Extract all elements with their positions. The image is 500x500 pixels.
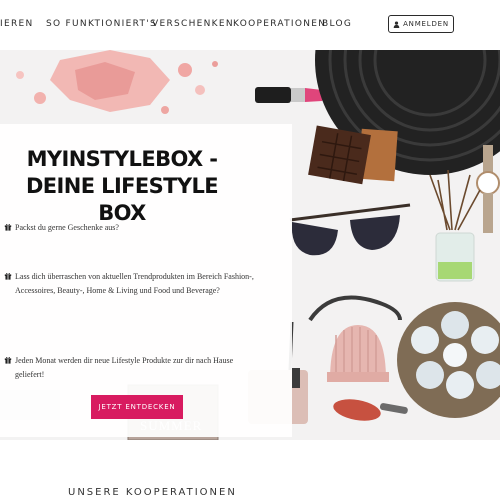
login-label: ANMELDEN (403, 20, 449, 28)
nav-item-partial[interactable]: IEREN (0, 19, 34, 29)
jewelry-image (397, 302, 500, 418)
bullet-text: Packst du gerne Geschenke aus? (15, 223, 119, 232)
gift-icon (4, 223, 12, 231)
user-icon (393, 20, 400, 28)
nav-item-blog[interactable]: BLOG (322, 19, 352, 29)
diffuser-image (429, 169, 481, 282)
bullet-text: Lass dich überraschen von aktuellen Tren… (15, 272, 254, 295)
bullet-item: Lass dich überraschen von aktuellen Tren… (2, 270, 257, 298)
login-button[interactable]: ANMELDEN (388, 15, 454, 33)
magazine-cover-text: SUMMER (140, 418, 203, 433)
sunglasses-image (289, 203, 411, 256)
blush-powder-image (16, 50, 218, 114)
nav-item-gift[interactable]: VERSCHENKEN (152, 19, 234, 29)
bullet-item: Jeden Monat werden dir neue Lifestyle Pr… (2, 354, 257, 382)
bullet-text: Jeden Monat werden dir neue Lifestyle Pr… (15, 356, 234, 379)
lipstick-image (255, 87, 326, 103)
gift-icon (4, 356, 12, 364)
hero-card: MYINSTYLEBOX - DEINE LIFESTYLE BOX Packs… (0, 124, 292, 437)
beanie-image (327, 325, 389, 382)
chocolate-image (308, 125, 398, 185)
hero-section: MYINSTYLEBOX - DEINE LIFESTYLE BOX Packs… (0, 50, 500, 440)
hairbrush-image (333, 399, 408, 421)
nav-item-how-it-works[interactable]: SO FUNKTIONIERT'S (46, 19, 157, 29)
cooperations-section-title: UNSERE KOOPERATIONEN (68, 487, 237, 498)
hero-title: MYINSTYLEBOX - DEINE LIFESTYLE BOX (25, 147, 219, 225)
bullet-item: Packst du gerne Geschenke aus? (2, 221, 257, 235)
discover-now-button[interactable]: JETZT ENTDECKEN (91, 395, 183, 419)
nav-item-cooperations[interactable]: KOOPERATIONEN (233, 19, 326, 29)
gift-icon (4, 272, 12, 280)
top-navigation: IEREN SO FUNKTIONIERT'S VERSCHENKEN KOOP… (0, 0, 500, 50)
